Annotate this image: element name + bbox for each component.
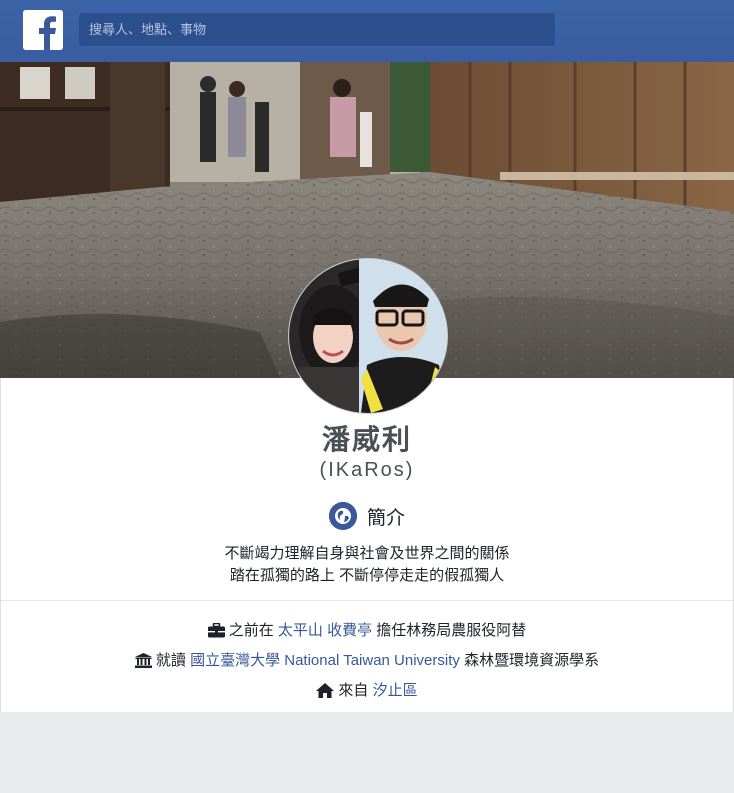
briefcase-icon [207, 622, 225, 642]
work-info: 之前在 太平山 收費亭 擔任林務局農服役阿替 [0, 619, 734, 642]
hometown-info: 來自 汐止區 [0, 679, 734, 702]
education-prefix: 就讀 [155, 652, 186, 669]
education-suffix: 森林暨環境資源學系 [464, 652, 600, 669]
intro-header: 簡介 [0, 500, 734, 532]
education-info: 就讀 國立臺灣大學 National Taiwan University 森林暨… [0, 649, 734, 672]
home-icon [316, 683, 335, 702]
bio-line-1: 不斷竭力理解自身與社會及世界之間的關係 [224, 545, 510, 562]
school-icon [134, 653, 152, 672]
globe-icon [328, 502, 357, 530]
bio-line-2: 踏在孤獨的路上 不斷停停走走的假孤獨人 [229, 567, 505, 584]
hometown-prefix: 來自 [338, 682, 369, 699]
facebook-logo-icon[interactable] [23, 10, 63, 50]
divider [1, 600, 733, 601]
intro-title: 簡介 [366, 507, 405, 529]
school-link[interactable]: 國立臺灣大學 National Taiwan University [190, 652, 460, 669]
top-nav-bar [0, 0, 734, 63]
work-prefix: 之前在 [228, 622, 274, 639]
profile-name: 潘威利 [321, 424, 412, 455]
profile-alias: (IKaRos) [319, 459, 415, 481]
hometown-link[interactable]: 汐止區 [373, 682, 418, 699]
bio-text: 不斷竭力理解自身與社會及世界之間的關係 踏在孤獨的路上 不斷停停走走的假孤獨人 [0, 543, 734, 587]
search-input[interactable] [79, 13, 555, 46]
work-place-link[interactable]: 太平山 收費亭 [278, 622, 372, 639]
work-suffix: 擔任林務局農服役阿替 [376, 622, 527, 639]
profile-avatar[interactable] [289, 259, 447, 413]
